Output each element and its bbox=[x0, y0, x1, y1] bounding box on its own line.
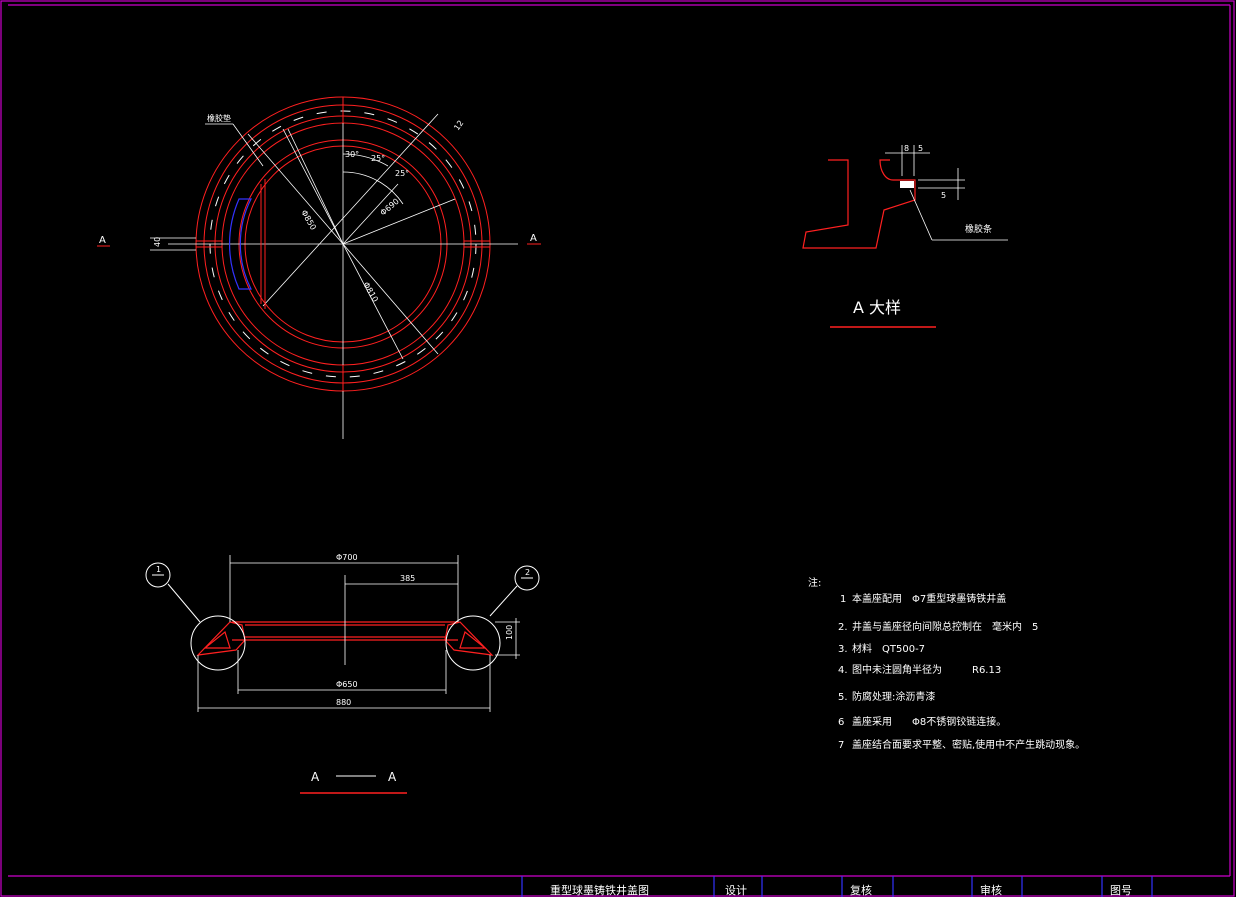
note-3-num: 3. bbox=[838, 644, 848, 655]
notes-heading: 注: bbox=[808, 576, 821, 589]
section-mark-right: A bbox=[530, 233, 537, 244]
detail-a-profile bbox=[802, 159, 916, 249]
dim-d690-label: Φ690 bbox=[379, 197, 401, 218]
dim-12-label: 12 bbox=[452, 119, 465, 133]
note-3-text: 材料 QT500-7 bbox=[852, 642, 925, 655]
callout-2-label: 2 bbox=[525, 568, 530, 577]
plan-view: 30° 25° 25° 12 Φ850 Φ690 Φ810 橡胶垫 bbox=[168, 96, 518, 439]
callout-1-label: 1 bbox=[156, 565, 161, 574]
section-dim-880: 880 bbox=[336, 698, 351, 707]
note-4-text: 图中未注圆角半径为 R6.13 bbox=[852, 663, 1001, 676]
section-dim-100: 100 bbox=[505, 625, 514, 640]
title-review-label: 审核 bbox=[980, 883, 1002, 897]
angle-30-label: 30° bbox=[345, 150, 359, 159]
note-1-num: 1 bbox=[840, 594, 846, 605]
notes-block: 注: 1 本盖座配用 Φ7重型球墨铸铁井盖 2. 井盖与盖座径向间隙总控制在 毫… bbox=[808, 576, 1085, 751]
note-6-text: 盖座采用 Φ8不锈钢铰链连接。 bbox=[852, 715, 1006, 728]
detail-a-dim-5: 5 bbox=[918, 144, 923, 153]
section-view: 1 2 Φ700 385 Φ650 880 100 A A bbox=[145, 553, 540, 794]
note-5-text: 防腐处理:涂沥青漆 bbox=[852, 690, 935, 703]
title-drawing-no-label: 图号 bbox=[1110, 884, 1132, 897]
section-title-left: A bbox=[311, 770, 320, 784]
note-2-text: 井盖与盖座径向间隙总控制在 毫米内 5 bbox=[852, 620, 1038, 633]
section-dim-385: 385 bbox=[400, 574, 415, 583]
detail-a: 8 5 5 橡胶条 A 大样 bbox=[802, 144, 1008, 328]
title-check-label: 复核 bbox=[850, 883, 872, 897]
note-6-num: 6 bbox=[838, 717, 844, 728]
section-title-right: A bbox=[388, 770, 397, 784]
note-7-num: 7 bbox=[838, 740, 844, 751]
section-dim-700: Φ700 bbox=[336, 553, 358, 562]
title-design-label: 设计 bbox=[725, 884, 747, 897]
detail-a-dim-8: 8 bbox=[904, 144, 909, 153]
note-7-text: 盖座结合面要求平整、密贴,使用中不产生跳动现象。 bbox=[852, 738, 1085, 751]
section-mark-left: A bbox=[99, 235, 106, 246]
note-1-text: 本盖座配用 Φ7重型球墨铸铁井盖 bbox=[852, 592, 1006, 605]
angle-25a-label: 25° bbox=[371, 154, 385, 163]
angle-25b-label: 25° bbox=[395, 169, 409, 178]
cad-drawing: 30° 25° 25° 12 Φ850 Φ690 Φ810 橡胶垫 A A 40 bbox=[0, 0, 1235, 897]
dim-40-label: 40 bbox=[153, 237, 162, 247]
detail-a-label: 橡胶条 bbox=[965, 223, 992, 235]
note-4-num: 4. bbox=[838, 665, 848, 676]
detail-a-gasket bbox=[900, 181, 914, 188]
drawing-frame bbox=[0, 0, 1235, 897]
detail-a-dim-side: 5 bbox=[941, 191, 946, 200]
title-block: 重型球墨铸铁井盖图 设计 复核 审核 图号 bbox=[521, 876, 1153, 897]
title-drawing-name: 重型球墨铸铁井盖图 bbox=[550, 883, 649, 897]
gasket-leader-line bbox=[232, 123, 264, 167]
note-5-num: 5. bbox=[838, 692, 848, 703]
detail-a-title: A 大样 bbox=[853, 298, 901, 317]
rubber-gasket-label: 橡胶垫 bbox=[207, 113, 231, 123]
note-2-num: 2. bbox=[838, 622, 848, 633]
section-dim-650: Φ650 bbox=[336, 680, 358, 689]
